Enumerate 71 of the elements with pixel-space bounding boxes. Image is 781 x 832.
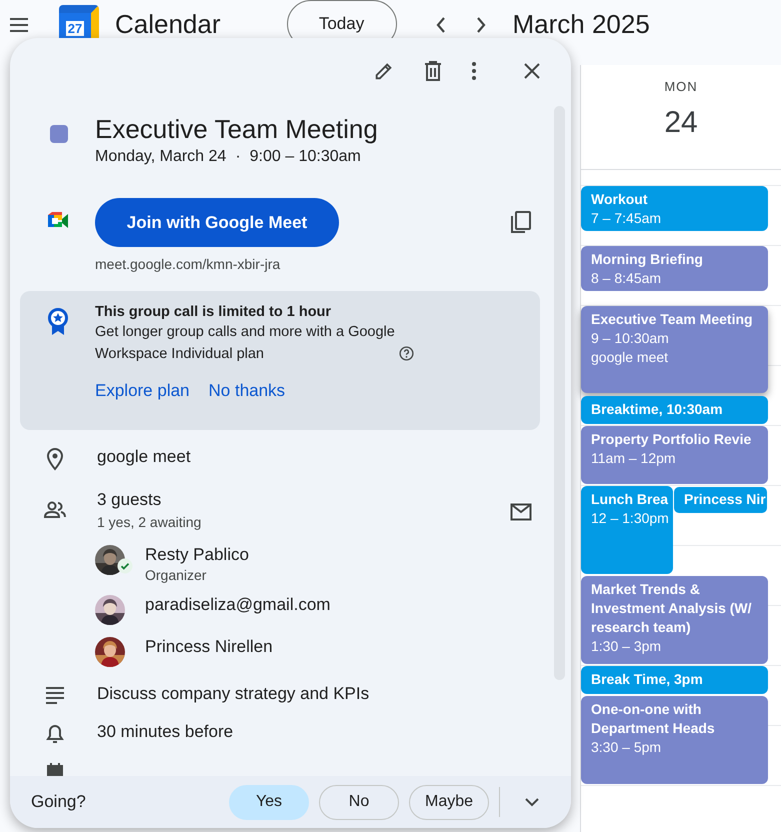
event-location: google meet [591,348,670,367]
email-icon[interactable] [510,503,532,521]
weekday-label: MON [664,79,698,94]
event-title: Lunch Brea [591,490,668,509]
event-card[interactable]: Executive Team Meeting 9 – 10:30am google meet [581,306,768,393]
event-title: Property Portfolio Revie [591,430,752,449]
previous-icon[interactable] [434,16,447,34]
rsvp-button[interactable]: Maybe [409,784,489,820]
delete-icon[interactable] [423,60,443,82]
event-time: 11am – 12pm [591,449,677,468]
video-call-icon [46,211,70,231]
event-card[interactable]: Lunch Brea 12 – 1:30pm [581,486,673,574]
event-card[interactable]: One-on-one with Department Heads 3:30 – 5pm [581,696,768,784]
event-time: 9 – 10:30am [591,329,670,348]
event-time: 1:30 – 3pm [591,637,662,656]
event-card[interactable]: Workout 7 – 7:45am [581,186,768,231]
guest-role: Organizer [145,567,208,583]
event-time: 12 – 1:30pm [591,509,670,528]
banner-text: Get longer group calls and more with a Google Workspace Individual plan [95,323,396,364]
next-icon[interactable] [474,16,487,34]
rsvp-button[interactable]: Yes [229,784,309,820]
event-title: Executive Team Meeting [95,113,379,146]
guest-name[interactable]: Princess Nirellen [145,637,531,657]
people-icon [42,501,66,519]
app-name: Calendar [115,9,221,40]
event-card[interactable]: Market Trends & Investment Analysis (W/ research team) 1:30 – 3pm [581,576,768,664]
date-number[interactable]: 24 [664,106,698,140]
event-title: Morning Briefing [591,250,703,269]
banner-action-button[interactable]: Explore plan [90,377,195,405]
event-time: 3:30 – 5pm [591,738,662,757]
event-location: google meet [97,446,192,468]
event-card[interactable]: Princess Nir [673,486,768,514]
more-options-icon[interactable] [471,61,477,81]
award-ribbon-icon [46,308,68,336]
guest-count: 3 guests [97,489,162,511]
guest-name[interactable]: Resty Pablico [145,545,531,565]
close-icon[interactable] [523,62,541,80]
banner-action-button[interactable]: No thanks [204,377,290,405]
rsvp-button[interactable]: No [319,784,399,820]
event-time: 8 – 8:45am [591,269,662,288]
event-title: Princess Nir [684,490,766,509]
reminder-text: 30 minutes before [97,721,234,743]
calendar-icon [44,762,64,776]
banner-heading: This group call is limited to 1 hour [95,304,332,320]
event-card[interactable]: Breaktime, 10:30am [581,396,768,424]
expand-icon[interactable] [524,797,540,807]
location-pin-icon [46,448,64,471]
event-date: Monday, March 24 [95,148,226,166]
join-meet-button[interactable]: Join with Google Meet [95,198,339,247]
event-title: Break Time, 3pm [591,670,703,689]
copy-icon[interactable] [510,210,532,234]
event-title: Workout [591,190,648,209]
rsvp-label: Going? [31,792,87,812]
event-title: Market Trends & Investment Analysis (W/ research team) [591,580,753,637]
separator-dot: · [235,148,241,166]
help-icon[interactable] [399,346,414,361]
event-title: One-on-one with Department Heads [591,700,716,738]
period-title: March 2025 [512,9,650,40]
event-time: 9:00 – 10:30am [250,148,361,166]
bell-icon [44,723,64,744]
event-card[interactable]: Property Portfolio Revie 11am – 12pm [581,426,768,484]
guest-summary: 1 yes, 2 awaiting [97,514,202,530]
event-title: Executive Team Meeting [591,310,753,329]
event-title: Breaktime, 10:30am [591,400,723,419]
guest-name[interactable]: paradiseliza@gmail.com [145,595,531,615]
description-icon [44,685,66,705]
meeting-link[interactable]: meet.google.com/kmn-xbir-jra [95,256,510,272]
event-card[interactable]: Break Time, 3pm [581,666,768,694]
event-description: Discuss company strategy and KPIs [97,683,370,705]
event-card[interactable]: Morning Briefing 8 – 8:45am [581,246,768,291]
event-time: 7 – 7:45am [591,209,662,228]
